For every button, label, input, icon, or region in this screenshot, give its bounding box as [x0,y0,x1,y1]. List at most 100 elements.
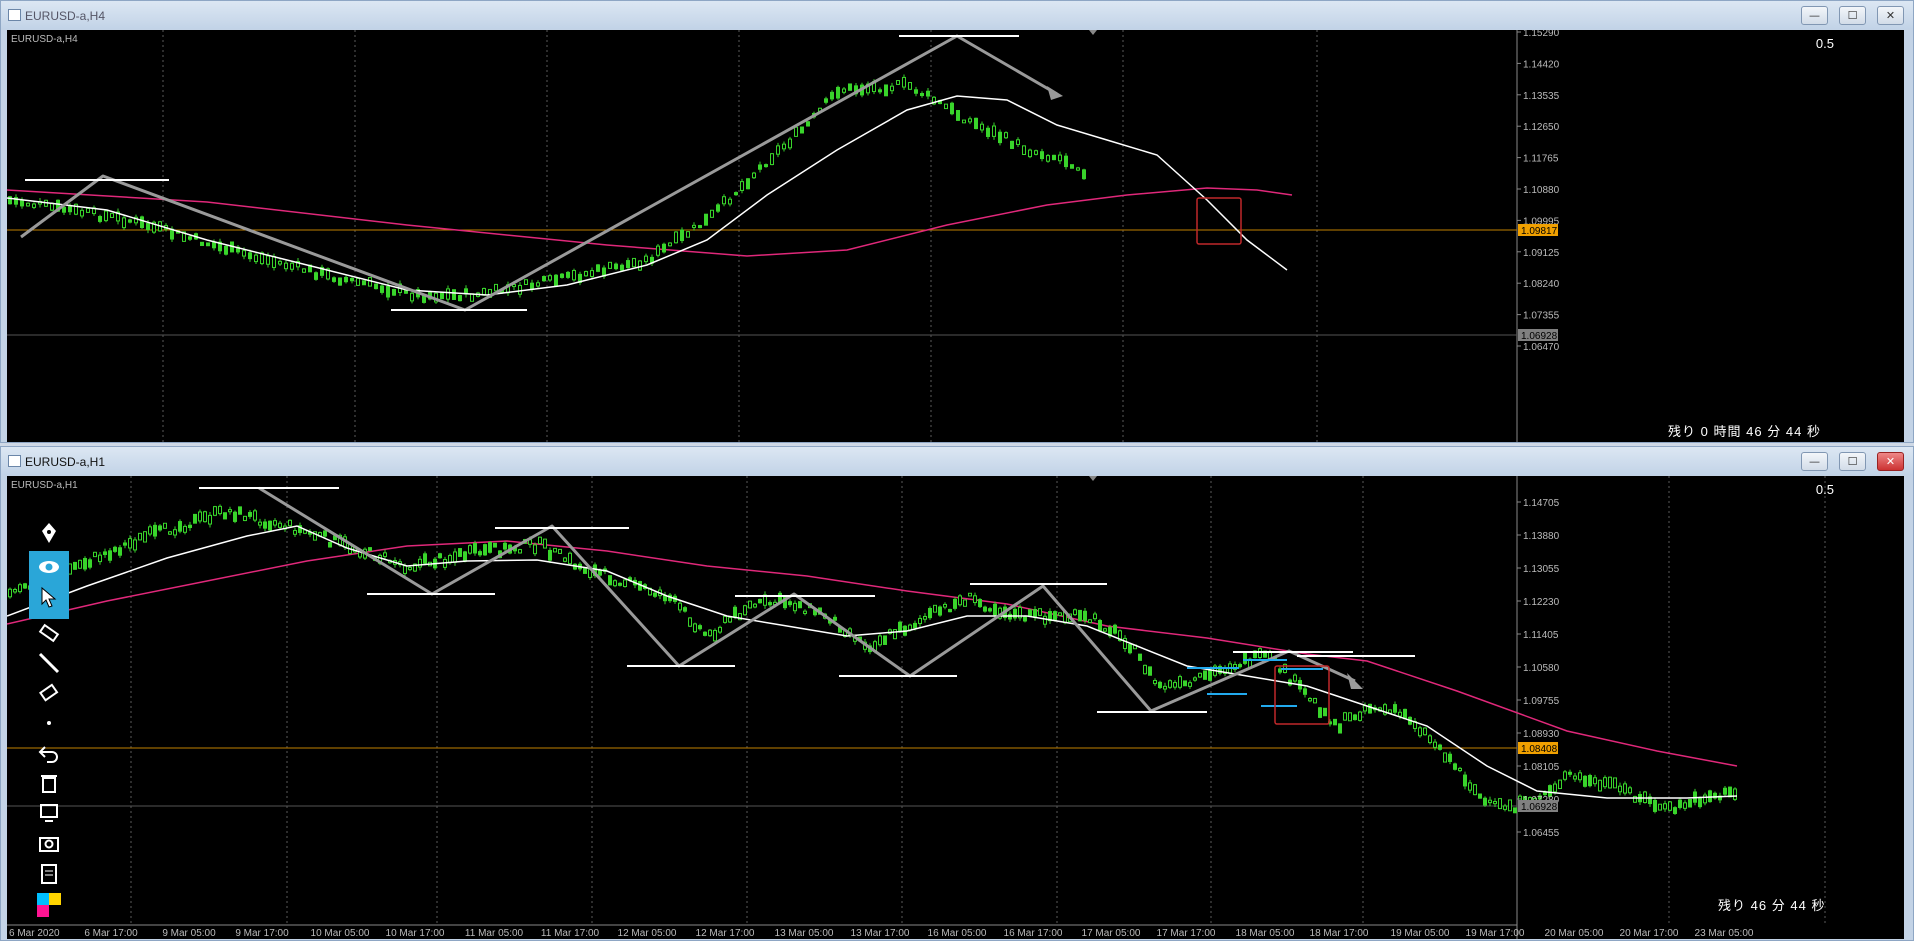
candle [918,617,922,625]
candle [380,285,384,293]
candle [453,551,457,563]
candle [323,530,327,537]
candle [908,82,912,90]
time-axis-label: 17 Mar 05:00 [1082,928,1141,939]
candle [953,598,957,609]
candle [1433,741,1437,748]
chart-shift-marker [1089,30,1097,35]
candle [800,126,804,134]
candle [753,603,757,608]
candle [1403,708,1407,720]
candle [344,276,348,283]
cursor-icon[interactable] [37,585,61,609]
line-icon[interactable] [37,651,61,675]
camera-icon[interactable] [37,831,61,855]
price-chart-h4[interactable]: 1.15290 1.14420 1.13535 1.12650 1.11765 1.108… [7,30,1904,442]
candle [554,274,558,287]
chart-window-h1[interactable]: EURUSD-a,H1 — ☐ ✕ 1.14705 1.13880 1.13055 1… [0,446,1914,941]
candle [698,625,702,630]
countdown-hours-unit: 時間 [1713,424,1742,439]
eraser-icon[interactable] [37,681,61,705]
candle [1070,164,1074,169]
chart-canvas[interactable]: 1.15290 1.14420 1.13535 1.12650 1.11765 1.108… [7,30,1904,442]
candle [463,551,467,562]
candle [268,520,272,531]
candle [1733,788,1737,800]
minimize-button[interactable]: — [1801,452,1828,471]
maximize-button[interactable]: ☐ [1839,452,1866,471]
candle [584,271,588,277]
palette-magenta[interactable] [37,905,49,917]
time-axis-label: 20 Mar 17:00 [1620,928,1679,939]
time-axis-label: 16 Mar 17:00 [1004,928,1063,939]
candle [758,598,762,604]
highlighter-icon[interactable] [37,621,61,645]
time-axis-label: 9 Mar 05:00 [162,928,216,939]
price-axis-label: 1.14420 [1523,59,1560,70]
candle [678,602,682,611]
price-chart-h1[interactable]: 1.14705 1.13880 1.13055 1.12230 1.11405 1.105… [7,476,1904,939]
candle [1040,151,1044,160]
candle [1113,624,1117,634]
candle [626,260,630,269]
close-button[interactable]: ✕ [1877,452,1904,471]
eye-icon[interactable] [37,555,61,579]
chart-canvas[interactable]: 1.14705 1.13880 1.13055 1.12230 1.11405 1.105… [7,476,1904,939]
candle [1593,777,1597,785]
candle [963,599,967,607]
candle [32,203,36,208]
candle [950,102,954,115]
candle [1333,718,1337,726]
monitor-icon[interactable] [37,801,61,825]
candle [728,198,732,205]
candle [782,143,786,150]
candle [258,521,262,526]
candle [1603,777,1607,788]
candle [118,547,122,556]
ma-fast-line [7,525,1738,799]
candle [1082,169,1086,180]
highlight-box [1196,197,1242,245]
minimize-button[interactable]: — [1801,6,1828,25]
candle [1348,712,1352,722]
color-palette[interactable] [37,893,61,923]
candle [1443,752,1447,763]
dot-icon[interactable] [37,711,61,735]
bar-countdown: 残り 0 時間 46 分 44 秒 [1668,421,1821,440]
price-axis-label: 1.12230 [1523,597,1560,608]
candle [770,153,774,166]
close-button[interactable]: ✕ [1877,6,1904,25]
candle [1243,652,1247,664]
window-titlebar[interactable]: EURUSD-a,H1 — ☐ ✕ [1,447,1913,475]
candle [896,80,900,85]
candle [1073,609,1077,616]
candle [794,126,798,137]
candle [596,264,600,272]
palette-yellow[interactable] [49,893,61,905]
window-titlebar[interactable]: EURUSD-a,H4 — ☐ ✕ [1,1,1913,29]
candle [73,561,77,570]
candle [674,231,678,244]
candle [1103,628,1107,632]
candle [1153,679,1157,685]
price-axis-label: 1.11405 [1523,630,1559,641]
candle [503,542,507,550]
chart-window-icon [8,455,21,467]
candle [1178,676,1182,688]
candle [483,544,487,556]
price-axis-label: 1.13880 [1523,531,1560,542]
clipboard-icon[interactable] [37,861,61,885]
maximize-button[interactable]: ☐ [1839,6,1866,25]
candle [1438,744,1442,750]
candle [1058,154,1062,162]
chart-window-h4[interactable]: EURUSD-a,H4 — ☐ ✕ 1.15290 1.14420 1.13535 1… [0,0,1914,443]
candle [128,219,132,223]
candle [83,558,87,570]
candle [1010,140,1014,149]
price-axis-label: 1.09755 [1523,696,1560,707]
undo-icon[interactable] [37,741,61,765]
palette-cyan[interactable] [37,893,49,905]
pen-icon[interactable] [37,521,61,545]
trash-icon[interactable] [37,771,61,795]
candle [938,606,942,616]
